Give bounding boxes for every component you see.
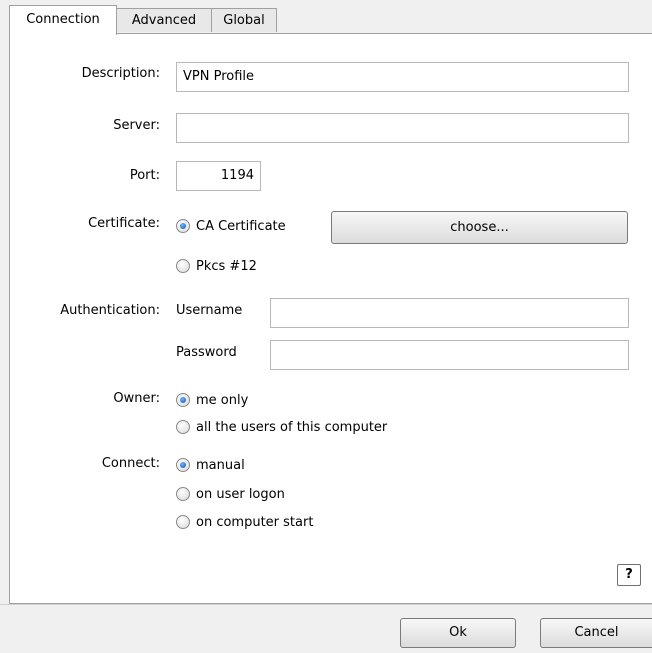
- ca-certificate-option[interactable]: CA Certificate: [176, 216, 286, 236]
- owner-label: Owner:: [113, 391, 160, 406]
- connection-panel: Description: VPN Profile Server: Port: 1…: [9, 33, 652, 604]
- server-field[interactable]: [176, 113, 629, 143]
- pkcs12-option[interactable]: Pkcs #12: [176, 256, 257, 276]
- connect-computer-start-option[interactable]: on computer start: [176, 512, 313, 532]
- authentication-label: Authentication:: [60, 303, 160, 318]
- help-button[interactable]: ?: [617, 564, 641, 586]
- tab-global[interactable]: Global: [211, 8, 277, 32]
- ca-certificate-label: CA Certificate: [196, 218, 286, 234]
- port-field[interactable]: 1194: [176, 161, 261, 191]
- password-label: Password: [176, 345, 237, 360]
- description-field[interactable]: VPN Profile: [176, 62, 629, 92]
- connect-manual-label: manual: [196, 457, 245, 473]
- username-field[interactable]: [270, 298, 629, 328]
- connect-manual-radio[interactable]: [176, 458, 190, 472]
- owner-me-only-option[interactable]: me only: [176, 390, 248, 410]
- connect-computer-start-label: on computer start: [196, 514, 314, 530]
- choose-certificate-button[interactable]: choose...: [331, 211, 628, 244]
- pkcs12-radio[interactable]: [176, 259, 190, 273]
- server-label: Server:: [113, 118, 160, 133]
- ok-button[interactable]: Ok: [400, 618, 516, 648]
- owner-all-users-label: all the users of this computer: [196, 419, 388, 435]
- owner-all-users-option[interactable]: all the users of this computer: [176, 417, 387, 437]
- owner-me-only-radio[interactable]: [176, 393, 190, 407]
- connect-user-logon-radio[interactable]: [176, 487, 190, 501]
- cancel-button[interactable]: Cancel: [540, 618, 652, 648]
- connect-computer-start-radio[interactable]: [176, 515, 190, 529]
- connect-manual-option[interactable]: manual: [176, 455, 245, 475]
- connect-label: Connect:: [101, 456, 160, 471]
- tab-connection[interactable]: Connection: [9, 5, 117, 35]
- owner-me-only-label: me only: [196, 392, 249, 408]
- connect-user-logon-option[interactable]: on user logon: [176, 484, 285, 504]
- username-label: Username: [176, 303, 243, 318]
- ca-certificate-radio[interactable]: [176, 219, 190, 233]
- pkcs12-label: Pkcs #12: [196, 258, 257, 274]
- owner-all-users-radio[interactable]: [176, 420, 190, 434]
- password-field[interactable]: [270, 340, 629, 370]
- tab-advanced[interactable]: Advanced: [116, 8, 212, 32]
- description-label: Description:: [81, 66, 160, 81]
- connect-user-logon-label: on user logon: [196, 486, 285, 502]
- dialog-button-bar: Ok Cancel: [0, 604, 652, 653]
- tab-bar: Connection Advanced Global: [0, 0, 652, 35]
- certificate-label: Certificate:: [88, 216, 160, 231]
- port-label: Port:: [129, 168, 160, 183]
